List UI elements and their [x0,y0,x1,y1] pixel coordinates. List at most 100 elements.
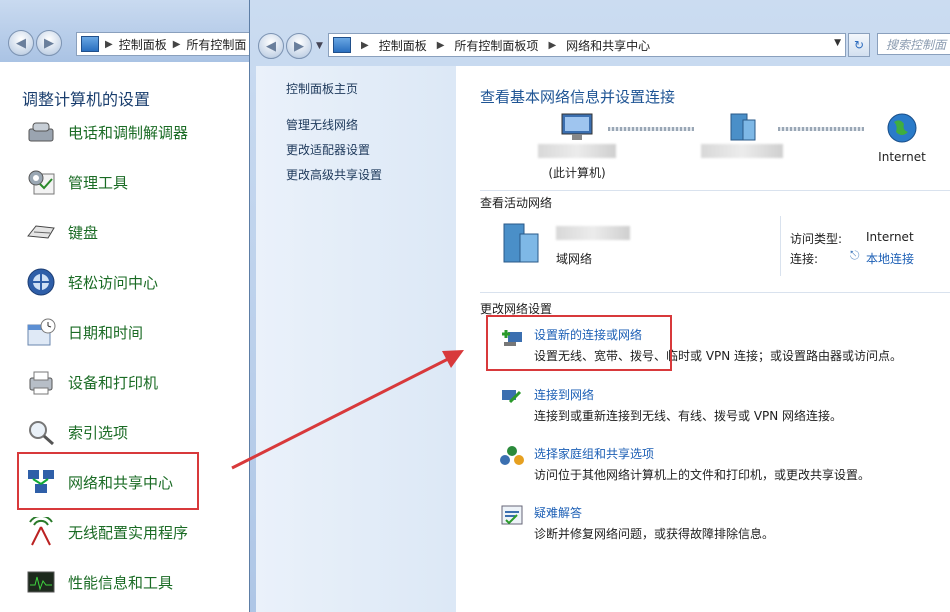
active-networks-header: 查看活动网络 [480,196,553,210]
forward-arrow-icon[interactable]: ▶ [286,33,312,59]
control-panel-icon [81,36,99,52]
back-nav-buttons: ◀ ▶ [8,30,62,56]
cp-item-label: 日期和时间 [68,323,144,342]
connection-label: 连接: [790,252,819,266]
performance-icon [24,567,58,597]
breadcrumb-separator-icon: ▶ [361,39,369,51]
cp-item-label: 索引选项 [68,423,129,442]
local-connection-link[interactable]: 本地连接 [866,250,914,267]
phone-modem-icon [24,117,58,147]
cp-item-label: 设备和打印机 [68,373,159,392]
ease-of-access-icon [24,267,58,297]
back-content-panel: 调整计算机的设置 电话和调制解调器 管理工具 键盘 轻松访问中心 日期和时间 设… [4,66,262,612]
link-advanced-sharing[interactable]: 更改高级共享设置 [286,166,382,183]
map-node-this-computer[interactable]: (此计算机) [522,112,632,181]
breadcrumb-item[interactable]: 网络和共享中心 [566,37,650,54]
back-window-frame: ◀ ▶ ▶ 控制面板 ▶ 所有控制面 [0,0,268,62]
divider [780,216,781,276]
task-homegroup[interactable]: 选择家庭组和共享选项 访问位于其他网络计算机上的文件和打印机，或更改共享设置。 [500,445,870,483]
page-title: 调整计算机的设置 [22,90,151,109]
cp-item-label: 轻松访问中心 [68,273,159,292]
breadcrumb-item[interactable]: 所有控制面板项 [454,37,538,54]
breadcrumb-item[interactable]: 所有控制面 [186,36,246,53]
map-node-domain[interactable] [692,112,792,158]
breadcrumb-item[interactable]: 控制面板 [379,37,427,54]
admin-tools-icon [24,167,58,197]
access-type-value: Internet [866,230,914,244]
access-type-label: 访问类型: [790,232,843,246]
cp-item-label: 键盘 [68,223,99,242]
network-map: (此计算机) Internet [480,112,950,192]
task-troubleshoot[interactable]: 疑难解答 诊断并修复网络问题，或获得故障排除信息。 [500,504,774,542]
task-desc: 连接到或重新连接到无线、有线、拨号或 VPN 网络连接。 [534,409,843,423]
link-manage-wireless[interactable]: 管理无线网络 [286,116,358,133]
map-link-line [778,127,864,131]
address-dropdown-icon[interactable]: ▼ [834,38,841,48]
cp-item-indexing-options[interactable]: 索引选项 [24,412,128,452]
search-input[interactable]: 搜索控制面 [877,33,950,55]
troubleshoot-icon [501,505,523,525]
history-dropdown-icon[interactable]: ▼ [316,41,323,51]
cp-item-label: 电话和调制解调器 [68,123,189,142]
domain-server-icon [730,113,756,141]
breadcrumb-separator-icon: ▶ [172,38,181,50]
cp-item-ease-of-access[interactable]: 轻松访问中心 [24,262,158,302]
cp-item-performance[interactable]: 性能信息和工具 [24,562,173,602]
page-title: 查看基本网络信息并设置连接 [480,88,676,106]
redacted-computer-name [538,144,616,158]
breadcrumb-item[interactable]: 控制面板 [119,36,167,53]
date-time-icon [24,317,58,347]
task-title[interactable]: 选择家庭组和共享选项 [534,445,870,462]
address-bar[interactable]: ▶ 控制面板 ▶ 所有控制面板项 ▶ 网络和共享中心 ▼ [328,33,846,57]
front-nav-buttons: ◀ ▶ ▼ [258,33,323,59]
divider [480,292,950,293]
refresh-icon: ↻ [853,38,865,52]
globe-icon [887,113,917,143]
this-computer-caption: (此计算机) [548,166,606,180]
cp-item-phone-modem[interactable]: 电话和调制解调器 [24,112,188,152]
cp-item-label: 无线配置实用程序 [68,523,189,542]
cp-item-devices-printers[interactable]: 设备和打印机 [24,362,158,402]
control-panel-icon [333,37,351,53]
front-window: ◀ ▶ ▼ ▶ 控制面板 ▶ 所有控制面板项 ▶ 网络和共享中心 ▼ ↻ 搜索控… [249,0,950,612]
network-sharing-highlight [17,452,199,510]
homegroup-icon [500,446,524,465]
cp-item-label: 性能信息和工具 [68,573,174,592]
task-desc: 访问位于其他网络计算机上的文件和打印机，或更改共享设置。 [534,468,871,482]
task-title[interactable]: 疑难解答 [534,504,774,521]
indexing-options-icon [24,417,58,447]
back-arrow-icon[interactable]: ◀ [8,30,34,56]
devices-printers-icon [24,367,58,397]
task-title[interactable]: 连接到网络 [534,386,842,403]
cp-item-label: 管理工具 [68,173,129,192]
breadcrumb-separator-icon: ▶ [548,39,557,51]
keyboard-icon [24,217,58,247]
ethernet-icon: ⎋ [850,248,860,262]
redacted-network-name [556,226,630,240]
wireless-utility-icon [24,517,58,547]
task-pane: 控制面板主页 管理无线网络 更改适配器设置 更改高级共享设置 [256,66,456,612]
network-type[interactable]: 域网络 [556,250,592,267]
map-node-internet[interactable]: Internet [862,112,942,164]
breadcrumb-separator-icon: ▶ [105,38,113,50]
task-desc: 诊断并修复网络问题，或获得故障排除信息。 [534,527,775,541]
internet-caption: Internet [878,150,926,164]
back-address-bar[interactable]: ▶ 控制面板 ▶ 所有控制面 [76,32,268,56]
new-connection-highlight [486,315,672,371]
domain-network-icon [503,223,539,263]
link-adapter-settings[interactable]: 更改适配器设置 [286,141,370,158]
link-control-panel-home[interactable]: 控制面板主页 [286,80,358,97]
cp-item-admin-tools[interactable]: 管理工具 [24,162,128,202]
connect-network-icon [502,390,522,404]
back-arrow-icon[interactable]: ◀ [258,33,284,59]
cp-item-keyboard[interactable]: 键盘 [24,212,98,252]
breadcrumb-separator-icon: ▶ [436,39,445,51]
forward-arrow-icon[interactable]: ▶ [36,30,62,56]
redacted-domain-name [701,144,783,158]
back-window: ◀ ▶ ▶ 控制面板 ▶ 所有控制面 调整计算机的设置 电话和调制解调器 管理工… [0,0,268,612]
cp-item-date-time[interactable]: 日期和时间 [24,312,143,352]
refresh-button[interactable]: ↻ [848,33,870,57]
divider [480,190,950,191]
cp-item-wireless-utility[interactable]: 无线配置实用程序 [24,512,188,552]
task-connect-network[interactable]: 连接到网络 连接到或重新连接到无线、有线、拨号或 VPN 网络连接。 [500,386,842,424]
